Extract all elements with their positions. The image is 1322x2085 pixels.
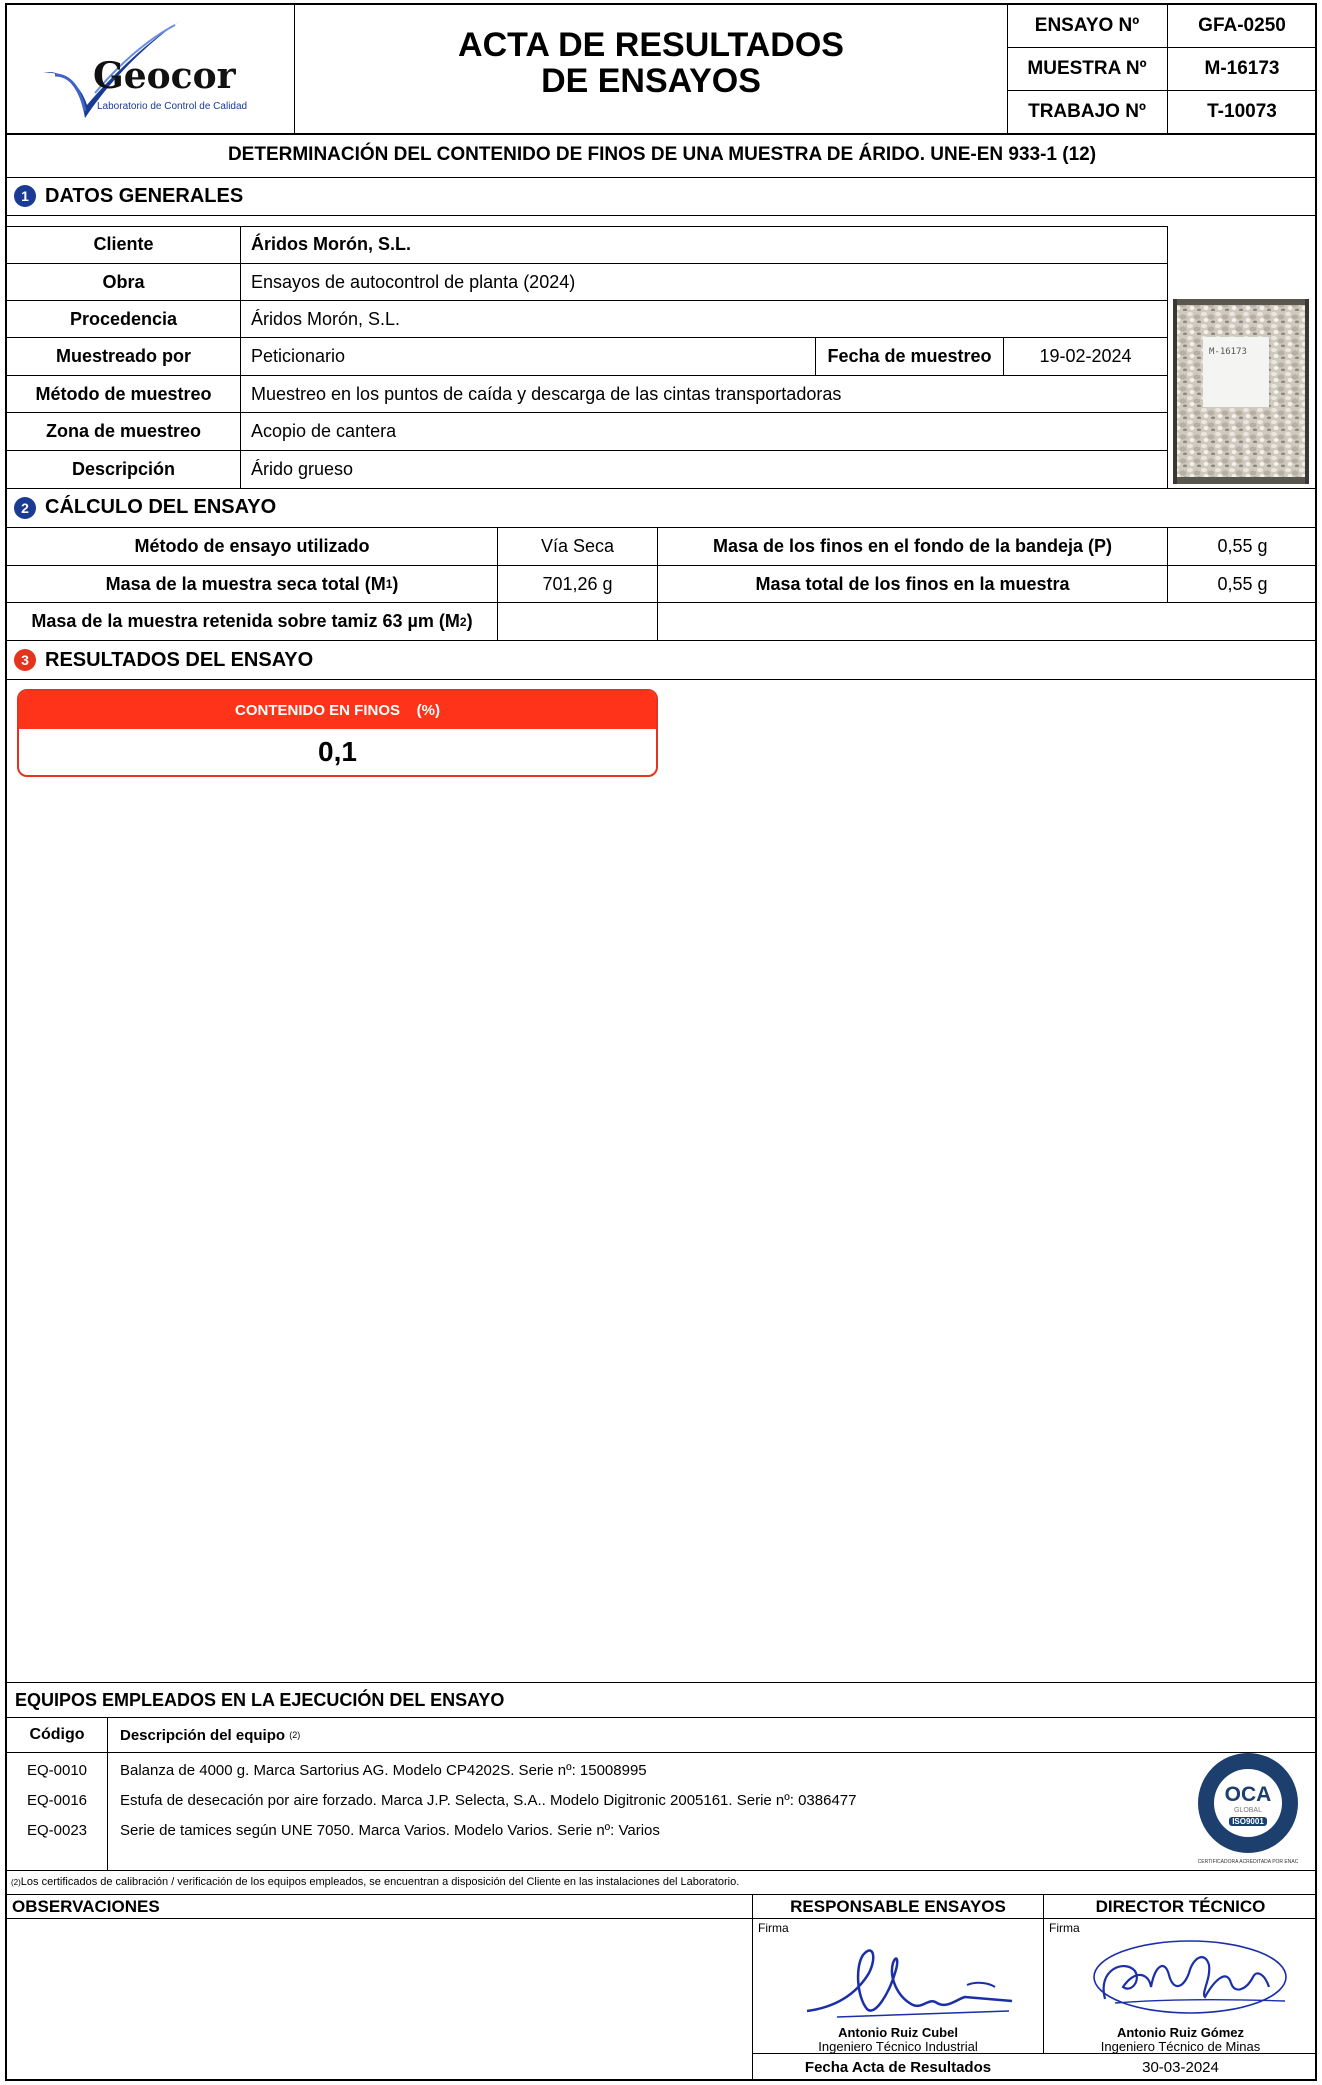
metodo-ensayo-value: Vía Seca	[540, 536, 615, 556]
masa-total-finos-label: Masa total de los finos en la muestra	[755, 573, 1070, 594]
masa-seca-total-label: Masa de la muestra seca total (M 1)	[105, 573, 399, 594]
metodo-muestreo-label: Método de muestreo	[35, 383, 212, 404]
obra-label: Obra	[102, 271, 145, 292]
fecha-muestreo-value: 19-02-2024	[1039, 346, 1132, 366]
title-line-2: DE ENSAYOS	[541, 62, 761, 100]
muestra-value: M-16173	[1204, 58, 1280, 79]
seal-caption: CERTIFICADORA ACREDITADA POR ENAC	[1197, 1859, 1299, 1865]
muestreado-label: Muestreado por	[55, 346, 192, 366]
title-line-1: ACTA DE RESULTADOS	[458, 26, 844, 64]
section-2-label: CÁLCULO DEL ENSAYO	[45, 496, 277, 518]
result-box: CONTENIDO EN FINOS (%) 0,1	[17, 689, 658, 777]
document-title: ACTA DE RESULTADOS DE ENSAYOS	[295, 27, 1007, 99]
responsable-name: Antonio Ruiz Cubel	[838, 2025, 958, 2040]
masa-retenida-value	[498, 603, 657, 640]
determination-title: DETERMINACIÓN DEL CONTENIDO DE FINOS DE …	[227, 144, 1097, 165]
fecha-acta-value: 30-03-2024	[1142, 2059, 1219, 2076]
metodo-ensayo-label: Método de ensayo utilizado	[134, 536, 370, 556]
ensayo-label: ENSAYO Nº	[1034, 15, 1140, 36]
zona-label: Zona de muestreo	[45, 421, 202, 441]
trabajo-label: TRABAJO Nº	[1028, 101, 1146, 122]
report-page: Geocor Laboratorio de Control de Calidad…	[5, 3, 1317, 2081]
masa-retenida-label: Masa de la muestra retenida sobre tamiz …	[31, 611, 473, 631]
fecha-muestreo-label: Fecha de muestreo	[827, 346, 992, 366]
seal-sub: GLOBAL	[1233, 1807, 1262, 1814]
equipment-col-desc: Descripción del equipo (2)	[120, 1726, 301, 1744]
descripcion-value: Árido grueso	[251, 459, 354, 479]
responsable-signature	[797, 1933, 1027, 2025]
section-3-title: 3 RESULTADOS DEL ENSAYO	[14, 641, 313, 679]
sample-photo: M-16173	[1173, 299, 1309, 484]
section-1-label: DATOS GENERALES	[45, 184, 244, 207]
descripcion-label: Descripción	[71, 459, 176, 479]
section-2-title: 2 CÁLCULO DEL ENSAYO	[14, 489, 276, 526]
section-1-number-icon: 1	[14, 185, 36, 207]
responsable-title: RESPONSABLE ENSAYOS	[790, 1896, 1006, 1916]
ensayo-value: GFA-0250	[1198, 15, 1286, 36]
procedencia-value: Áridos Morón, S.L.	[251, 308, 401, 329]
equipment-row-2-code: EQ-0016	[26, 1791, 88, 1809]
section-1-title: 1 DATOS GENERALES	[14, 178, 243, 214]
result-label: CONTENIDO EN FINOS (%)	[19, 691, 656, 729]
equipment-col-code: Código	[29, 1726, 85, 1743]
seal-norm: ISO9001	[1229, 1817, 1267, 1826]
muestreado-value: Peticionario	[251, 346, 346, 366]
responsable-firma-label: Firma	[758, 1921, 789, 1935]
cliente-value: Áridos Morón, S.L.	[251, 234, 411, 254]
masa-total-finos-value: 0,55 g	[1217, 573, 1268, 594]
equipment-row-3-desc: Serie de tamices según UNE 7050. Marca V…	[120, 1821, 660, 1839]
observaciones-text	[15, 1925, 735, 2045]
result-value: 0,1	[318, 736, 357, 767]
equipment-row-3-code: EQ-0023	[26, 1821, 88, 1839]
zona-value: Acopio de cantera	[251, 421, 397, 441]
metodo-muestreo-value: Muestreo en los puntos de caída y descar…	[251, 383, 842, 404]
logo-text: Geocor	[93, 55, 236, 97]
responsable-role: Ingeniero Técnico Industrial	[818, 2039, 978, 2054]
trabajo-value: T-10073	[1207, 101, 1277, 122]
equipment-row-1-code: EQ-0010	[26, 1761, 88, 1779]
section-2-number-icon: 2	[14, 496, 36, 519]
director-role: Ingeniero Técnico de Minas	[1100, 2039, 1261, 2054]
equipment-row-1-desc: Balanza de 4000 g. Marca Sartorius AG. M…	[120, 1761, 647, 1779]
photo-sample-label: M-16173	[1209, 347, 1247, 357]
oca-certification-seal: OCA GLOBAL ISO9001 CERTIFICADORA ACREDIT…	[1193, 1751, 1303, 1869]
director-title: DIRECTOR TÉCNICO	[1095, 1896, 1266, 1916]
obra-value: Ensayos de autocontrol de planta (2024)	[251, 271, 576, 292]
director-firma-label: Firma	[1049, 1921, 1080, 1935]
seal-brand: OCA	[1224, 1783, 1272, 1806]
director-name: Antonio Ruiz Gómez	[1116, 2025, 1245, 2040]
cliente-label: Cliente	[93, 234, 154, 254]
procedencia-label: Procedencia	[69, 308, 178, 329]
equipment-title: EQUIPOS EMPLEADOS EN LA EJECUCIÓN DEL EN…	[15, 1689, 505, 1710]
section-3-number-icon: 3	[14, 649, 36, 671]
logo: Geocor Laboratorio de Control de Calidad	[25, 13, 275, 131]
equipment-row-2-desc: Estufa de desecación por aire forzado. M…	[120, 1791, 857, 1809]
observaciones-title: OBSERVACIONES	[12, 1896, 160, 1916]
masa-finos-fondo-label: Masa de los finos en el fondo de la band…	[712, 536, 1113, 556]
equipment-footnote: (2) Los certificados de calibración / ve…	[11, 1876, 740, 1888]
masa-finos-fondo-value: 0,55 g	[1217, 536, 1268, 556]
section-3-label: RESULTADOS DEL ENSAYO	[45, 648, 314, 671]
logo-subtitle: Laboratorio de Control de Calidad	[97, 101, 248, 112]
muestra-label: MUESTRA Nº	[1027, 58, 1147, 79]
fecha-acta-label: Fecha Acta de Resultados	[804, 2059, 992, 2076]
director-signature	[1085, 1929, 1295, 2025]
masa-seca-total-value: 701,26 g	[542, 573, 613, 594]
